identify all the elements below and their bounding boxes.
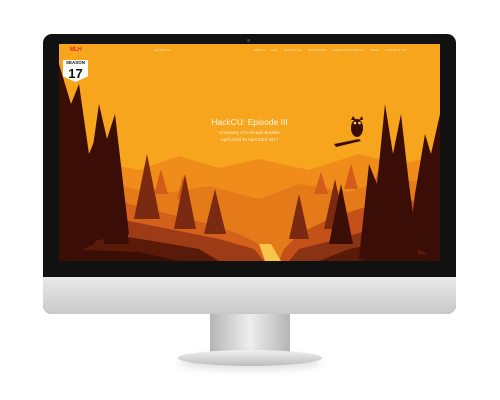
nav-item-team[interactable]: TEAM	[370, 48, 379, 52]
nav-item-faq[interactable]: FAQ	[271, 48, 278, 52]
website-screen: MLH SEASON 17 HackCU III ABOUT FAQ SCHED…	[59, 44, 440, 261]
mlh-season-badge[interactable]: MLH SEASON 17	[63, 46, 88, 84]
hero-dates: April 22nd To April 23rd 2017	[220, 137, 279, 142]
hero-subtitle: University of Colorado Boulder	[218, 130, 281, 135]
nav-home-link[interactable]: HackCU III	[154, 48, 171, 52]
monitor-base	[178, 350, 322, 366]
season-label: SEASON	[63, 60, 88, 66]
nav-item-previous-events[interactable]: PREVIOUS EVENTS	[333, 48, 364, 52]
mlh-logo: MLH	[69, 47, 82, 53]
nav-item-sponsors[interactable]: SPONSORS	[308, 48, 327, 52]
monitor-stand	[210, 314, 290, 352]
nav-item-schedule[interactable]: SCHEDULE	[284, 48, 302, 52]
hero-title: HackCU: Episode III	[211, 117, 288, 127]
nav-item-contact[interactable]: CONTACT US	[385, 48, 406, 52]
nav-item-about[interactable]: ABOUT	[254, 48, 265, 52]
webcam	[247, 39, 250, 42]
monitor-chin	[43, 277, 456, 314]
season-number: 17	[63, 66, 88, 82]
top-navigation: ABOUT FAQ SCHEDULE SPONSORS PREVIOUS EVE…	[254, 48, 406, 52]
landscape-illustration	[59, 44, 440, 261]
